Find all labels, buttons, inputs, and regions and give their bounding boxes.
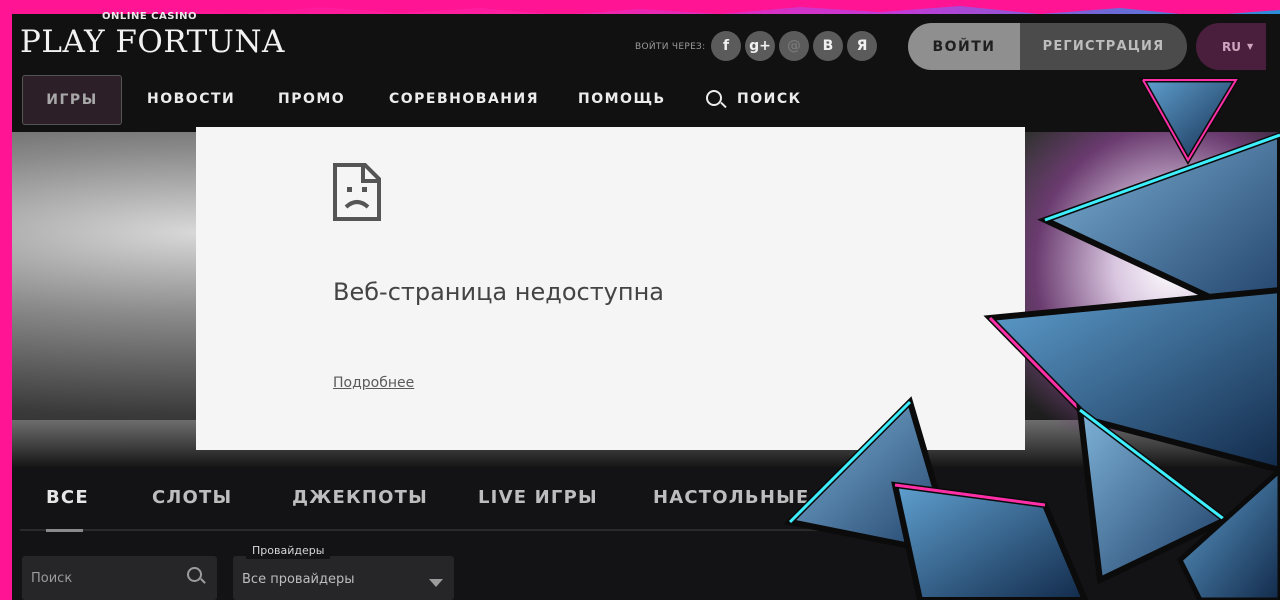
vk-icon[interactable]: B <box>813 31 843 61</box>
yandex-icon[interactable]: Я <box>847 31 877 61</box>
tab-table-games[interactable]: НАСТОЛЬНЫЕ И <box>653 487 833 508</box>
tab-live-games[interactable]: LIVE ИГРЫ <box>478 487 598 508</box>
language-label: RU <box>1222 39 1241 54</box>
search-icon[interactable] <box>706 90 722 106</box>
nav-games[interactable]: ИГРЫ <box>22 75 122 125</box>
logo-subtitle: ONLINE CASINO <box>102 11 198 22</box>
language-select[interactable]: RU ▼ <box>1196 23 1266 70</box>
tab-slots[interactable]: СЛОТЫ <box>152 487 232 508</box>
broken-page-icon <box>333 163 381 221</box>
active-tab-indicator <box>46 529 83 532</box>
nav-help[interactable]: ПОМОЩЬ <box>578 91 666 107</box>
chevron-down-icon[interactable] <box>429 579 443 587</box>
game-search-placeholder: Поиск <box>31 571 73 586</box>
chevron-down-icon: ▼ <box>1246 42 1254 51</box>
login-button[interactable]: ВОЙТИ <box>908 23 1020 70</box>
tab-all[interactable]: ВСЕ <box>46 487 89 508</box>
google-plus-icon[interactable]: g+ <box>745 31 775 61</box>
site-logo[interactable]: PLAY FORTUNA <box>20 24 285 60</box>
details-link[interactable]: Подробнее <box>333 375 414 391</box>
tabs-divider <box>20 529 1020 531</box>
tab-jackpots[interactable]: ДЖЕКПОТЫ <box>292 487 428 508</box>
hero-glow <box>1010 132 1280 432</box>
error-title: Веб-страница недоступна <box>333 278 664 306</box>
provider-label: Провайдеры <box>246 542 331 559</box>
login-via-label: ВОЙТИ ЧЕРЕЗ: <box>635 42 706 52</box>
provider-value: Все провайдеры <box>242 572 355 587</box>
search-icon[interactable] <box>187 567 202 582</box>
nav-search[interactable]: ПОИСК <box>737 91 802 107</box>
nav-tournaments[interactable]: СОРЕВНОВАНИЯ <box>389 91 539 107</box>
nav-news[interactable]: НОВОСТИ <box>147 91 235 107</box>
facebook-icon[interactable]: f <box>711 31 741 61</box>
mail-icon[interactable]: @ <box>779 31 809 61</box>
register-button[interactable]: РЕГИСТРАЦИЯ <box>1020 23 1187 70</box>
nav-promo[interactable]: ПРОМО <box>278 91 345 107</box>
